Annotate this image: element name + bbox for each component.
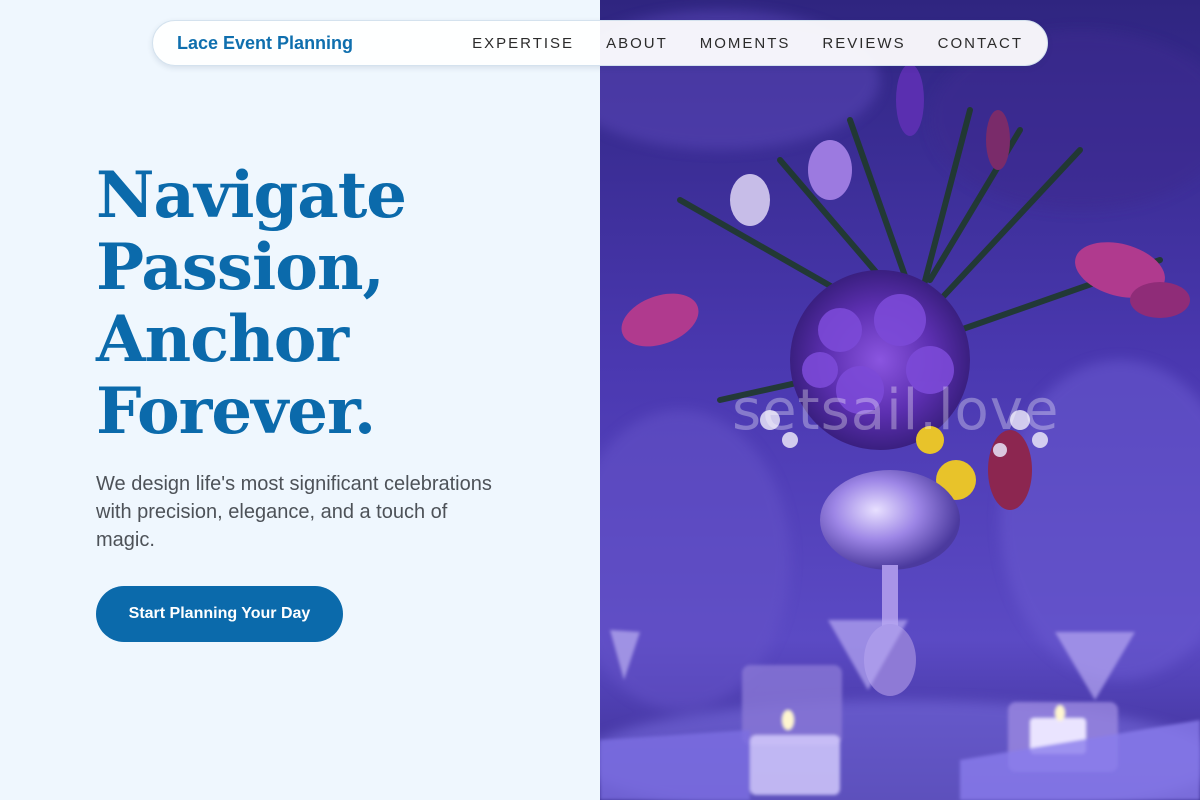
headline-line-1: Navigate <box>96 158 407 233</box>
nav-link-contact[interactable]: CONTACT <box>938 35 1023 52</box>
image-watermark: setsail.love <box>732 378 1060 443</box>
top-navigation-bar: Lace Event Planning EXPERTISE ABOUT MOME… <box>152 20 1048 66</box>
headline-line-4: Forever. <box>96 374 376 449</box>
landing-page: Navigate Passion, Anchor Forever. We des… <box>0 0 1200 800</box>
hero-text-panel: Navigate Passion, Anchor Forever. We des… <box>0 0 600 800</box>
start-planning-button[interactable]: Start Planning Your Day <box>96 586 343 642</box>
hero-headline: Navigate Passion, Anchor Forever. <box>96 158 407 449</box>
nav-link-reviews[interactable]: REVIEWS <box>822 35 905 52</box>
nav-link-moments[interactable]: MOMENTS <box>700 35 791 52</box>
hero-subtitle: We design life's most significant celebr… <box>96 473 492 551</box>
nav-link-expertise[interactable]: EXPERTISE <box>472 35 574 52</box>
headline-line-3: Anchor <box>96 302 349 377</box>
brand-logo-link[interactable]: Lace Event Planning <box>177 21 353 65</box>
nav-link-about[interactable]: ABOUT <box>606 35 668 52</box>
nav-links: EXPERTISE ABOUT MOMENTS REVIEWS CONTACT <box>472 21 1023 65</box>
headline-line-2: Passion, <box>96 230 385 305</box>
